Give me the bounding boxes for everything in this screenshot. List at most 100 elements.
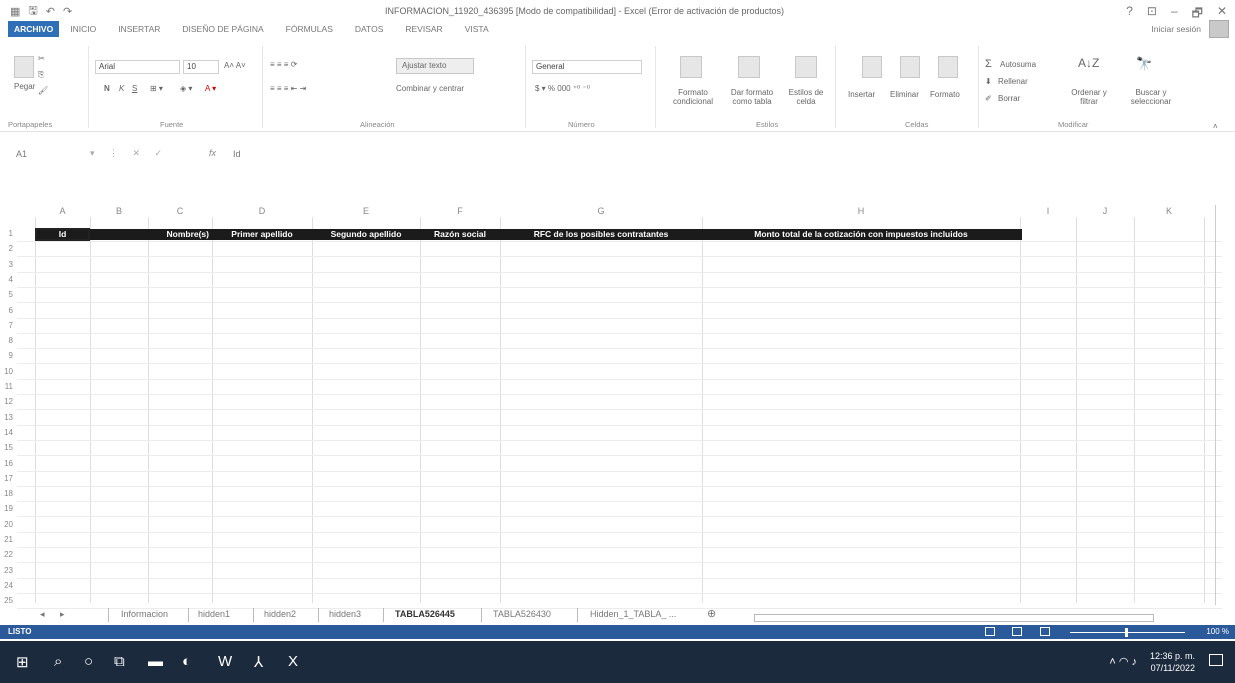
sheet-tab-informacion[interactable]: Informacion [121,609,168,619]
bold-button[interactable]: N [104,84,110,93]
column-header-i[interactable]: I [1020,205,1076,217]
ribbon-display-icon[interactable]: ⊡ [1147,4,1157,25]
find-select-button[interactable]: Buscar y seleccionar [1120,88,1182,106]
tab-datos[interactable]: DATOS [344,21,395,37]
normal-view-icon[interactable] [985,627,995,636]
row-header[interactable]: 25 [0,596,17,605]
cell-styles-icon[interactable] [795,56,817,78]
insert-cells-button[interactable]: Insertar [848,90,875,99]
add-sheet-icon[interactable]: ⊕ [707,607,716,620]
tab-revisar[interactable]: REVISAR [394,21,453,37]
search-icon[interactable]: ⌕ [54,653,62,670]
format-as-table-button[interactable]: Dar formato como tabla [724,88,780,106]
cell-c1[interactable]: Nombre(s) [148,229,212,240]
row-header[interactable]: 11 [0,382,17,391]
merge-center-button[interactable]: Combinar y centrar [396,84,464,93]
column-header-c[interactable]: C [148,205,212,217]
sheet-tab-hidden2[interactable]: hidden2 [264,609,296,619]
paste-icon[interactable] [14,56,34,78]
borders-icon[interactable]: ⊞ ▾ [150,84,163,93]
fill-icon[interactable]: ⬇ [985,77,992,86]
column-header-e[interactable]: E [312,205,420,217]
row-header[interactable]: 23 [0,566,17,575]
column-header-b[interactable]: B [90,205,148,217]
find-select-icon[interactable]: 🔭 [1136,56,1152,72]
horizontal-scrollbar[interactable] [754,614,1154,622]
zoom-slider-thumb[interactable] [1125,628,1128,637]
column-header-a[interactable]: A [35,205,90,217]
undo-icon[interactable]: ↶ [46,5,55,18]
row-header[interactable]: 24 [0,581,17,590]
tab-insertar[interactable]: INSERTAR [107,21,171,37]
column-header-f[interactable]: F [420,205,500,217]
column-header-j[interactable]: J [1076,205,1134,217]
collapse-ribbon-icon[interactable]: ˄ [1213,122,1218,131]
help-icon[interactable]: ? [1126,4,1133,25]
row-header[interactable]: 5 [0,290,17,299]
row-header[interactable]: 20 [0,520,17,529]
word-icon[interactable]: W [218,653,232,670]
minimize-icon[interactable]: – [1171,4,1178,25]
row-header[interactable]: 1 [0,229,17,238]
tab-formulas[interactable]: FÓRMULAS [275,21,344,37]
row-header[interactable]: 13 [0,413,17,422]
align-left-icon[interactable]: ≡ ≡ ≡ ⇤ ⇥ [270,84,306,93]
underline-button[interactable]: S [132,84,137,93]
column-header-k[interactable]: K [1134,205,1204,217]
sheet-tab-hidden1[interactable]: hidden1 [198,609,230,619]
sheet-tab-hidden-1-tabla[interactable]: Hidden_1_TABLA_ ... [590,609,676,619]
font-name-select[interactable]: Arial [95,60,180,74]
sheet-tab-tabla526430[interactable]: TABLA526430 [493,609,551,619]
cell-d1[interactable]: Primer apellido [212,229,312,240]
row-header[interactable]: 17 [0,474,17,483]
row-header[interactable]: 21 [0,535,17,544]
page-layout-view-icon[interactable] [1012,627,1022,636]
cell-f1[interactable]: Razón social [420,229,500,240]
number-format-select[interactable]: General [532,60,642,74]
acrobat-icon[interactable]: ⅄ [254,653,263,671]
clock[interactable]: 12:36 p. m. 07/11/2022 [1150,650,1195,674]
windows-start-icon[interactable]: ⊞ [16,653,29,671]
row-header[interactable]: 22 [0,550,17,559]
align-top-icon[interactable]: ≡ ≡ ≡ ⟳ [270,60,297,69]
vertical-scrollbar[interactable] [1215,205,1227,605]
column-header-g[interactable]: G [500,205,702,217]
delete-cells-button[interactable]: Eliminar [890,90,919,99]
row-header[interactable]: 16 [0,459,17,468]
sort-filter-button[interactable]: Ordenar y filtrar [1062,88,1116,106]
formula-input[interactable]: Id [233,149,241,159]
row-header[interactable]: 19 [0,504,17,513]
next-sheet-icon[interactable]: ▸ [60,609,65,620]
row-header[interactable]: 18 [0,489,17,498]
tab-archivo[interactable]: ARCHIVO [8,21,60,37]
cell-h1[interactable]: Monto total de la cotización con impuest… [702,229,1020,240]
row-header[interactable]: 7 [0,321,17,330]
format-cells-icon[interactable] [938,56,958,78]
row-header[interactable]: 10 [0,367,17,376]
sheet-tab-tabla526445[interactable]: TABLA526445 [395,609,455,619]
format-painter-icon[interactable]: 🖌 [38,86,48,95]
font-color-icon[interactable]: A ▾ [205,84,216,93]
font-size-select[interactable]: 10 [183,60,219,74]
grow-font-icon[interactable]: A˄ A˅ [224,61,246,70]
clear-button[interactable]: Borrar [998,94,1020,103]
column-header-h[interactable]: H [702,205,1020,217]
notifications-icon[interactable] [1209,654,1223,666]
autosum-icon[interactable]: Σ [985,58,992,70]
sheet-tab-hidden3[interactable]: hidden3 [329,609,361,619]
name-box[interactable]: A1 [16,149,27,159]
row-header[interactable]: 6 [0,306,17,315]
row-header[interactable]: 8 [0,336,17,345]
redo-icon[interactable]: ↷ [63,5,72,18]
sort-filter-icon[interactable]: A↓Z [1078,56,1099,70]
number-format-icons[interactable]: $ ▾ % 000 ⁺⁰ ⁻⁰ [535,84,590,93]
cell-g1[interactable]: RFC de los posibles contratantes [500,229,702,240]
italic-button[interactable]: K [119,84,124,93]
delete-cells-icon[interactable] [900,56,920,78]
tab-vista[interactable]: VISTA [454,21,500,37]
conditional-format-button[interactable]: Formato condicional [664,88,722,106]
cell-styles-button[interactable]: Estilos de celda [786,88,826,106]
excel-taskbar-icon[interactable]: X [288,653,298,670]
fill-button[interactable]: Rellenar [998,77,1028,86]
prev-sheet-icon[interactable]: ◂ [40,609,45,620]
